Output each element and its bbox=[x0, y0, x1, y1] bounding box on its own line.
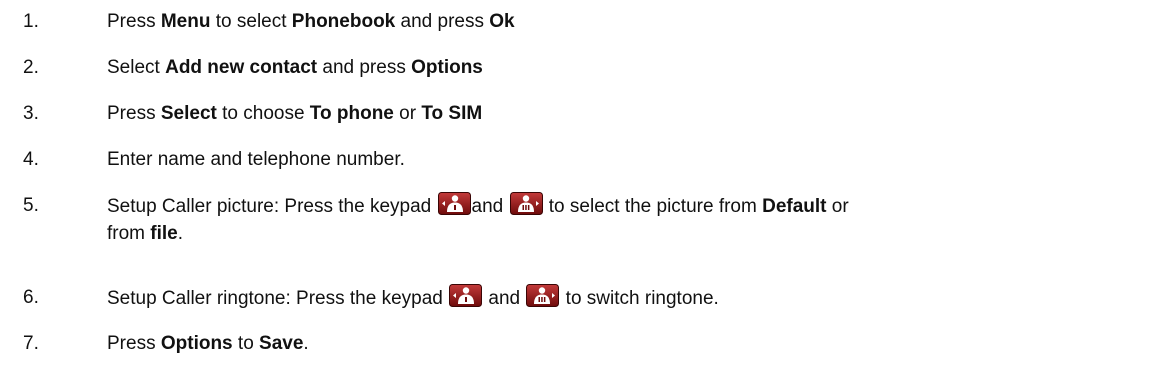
text: and bbox=[483, 288, 526, 309]
step-number: 2. bbox=[23, 57, 39, 78]
bold-term: Add new contact bbox=[165, 57, 318, 78]
bold-term: Menu bbox=[160, 11, 211, 32]
text: to choose bbox=[216, 103, 310, 124]
text: and bbox=[471, 196, 509, 217]
text: to select bbox=[210, 11, 292, 32]
bold-term: To phone bbox=[309, 103, 394, 124]
text: to bbox=[232, 333, 260, 354]
instruction-list: 1. Press Menu to select Phonebook and pr… bbox=[0, 0, 1165, 392]
bold-term: Options bbox=[160, 333, 233, 354]
step-text: Setup Caller picture: Press the keypad a… bbox=[107, 192, 1157, 247]
text: and press bbox=[395, 11, 490, 32]
step-text: Press Options to Save. bbox=[107, 330, 1157, 357]
text: or bbox=[826, 196, 849, 217]
keypad-left-icon bbox=[449, 284, 482, 307]
bold-term: Save bbox=[259, 333, 304, 354]
step-number: 1. bbox=[23, 11, 39, 32]
step-number: 7. bbox=[23, 333, 39, 354]
bold-term: Ok bbox=[489, 11, 515, 32]
text: Press bbox=[107, 11, 161, 32]
text: from bbox=[107, 223, 151, 244]
keypad-right-icon bbox=[510, 192, 543, 215]
text: to select the picture from bbox=[543, 196, 763, 217]
step-text: Press Select to choose To phone or To SI… bbox=[107, 100, 1157, 127]
bold-term: Phonebook bbox=[291, 11, 396, 32]
bold-term: Select bbox=[160, 103, 217, 124]
text: to switch ringtone. bbox=[560, 288, 719, 309]
bold-term: To SIM bbox=[421, 103, 483, 124]
step-text: Select Add new contact and press Options bbox=[107, 54, 1157, 81]
step-text: Press Menu to select Phonebook and press… bbox=[107, 8, 1157, 35]
text: and press bbox=[317, 57, 412, 78]
text: . bbox=[303, 333, 309, 354]
keypad-left-icon bbox=[438, 192, 471, 215]
text: . bbox=[177, 223, 184, 244]
step-number: 5. bbox=[23, 195, 39, 216]
step-number: 3. bbox=[23, 103, 39, 124]
text: Press bbox=[107, 103, 161, 124]
bold-term: Default bbox=[762, 196, 827, 217]
step-text: Setup Caller ringtone: Press the keypad … bbox=[107, 284, 1157, 312]
text: Select bbox=[107, 57, 166, 78]
text: Setup Caller picture: Press the keypad bbox=[107, 196, 437, 217]
bold-term: Options bbox=[411, 57, 483, 78]
keypad-right-icon bbox=[526, 284, 559, 307]
bold-term: file bbox=[150, 223, 178, 244]
text: Setup Caller ringtone: Press the keypad bbox=[107, 288, 449, 309]
step-text: Enter name and telephone number. bbox=[107, 149, 405, 170]
text: or bbox=[393, 103, 422, 124]
step-number: 4. bbox=[23, 149, 39, 170]
text: Press bbox=[107, 333, 161, 354]
step-number: 6. bbox=[23, 287, 39, 308]
